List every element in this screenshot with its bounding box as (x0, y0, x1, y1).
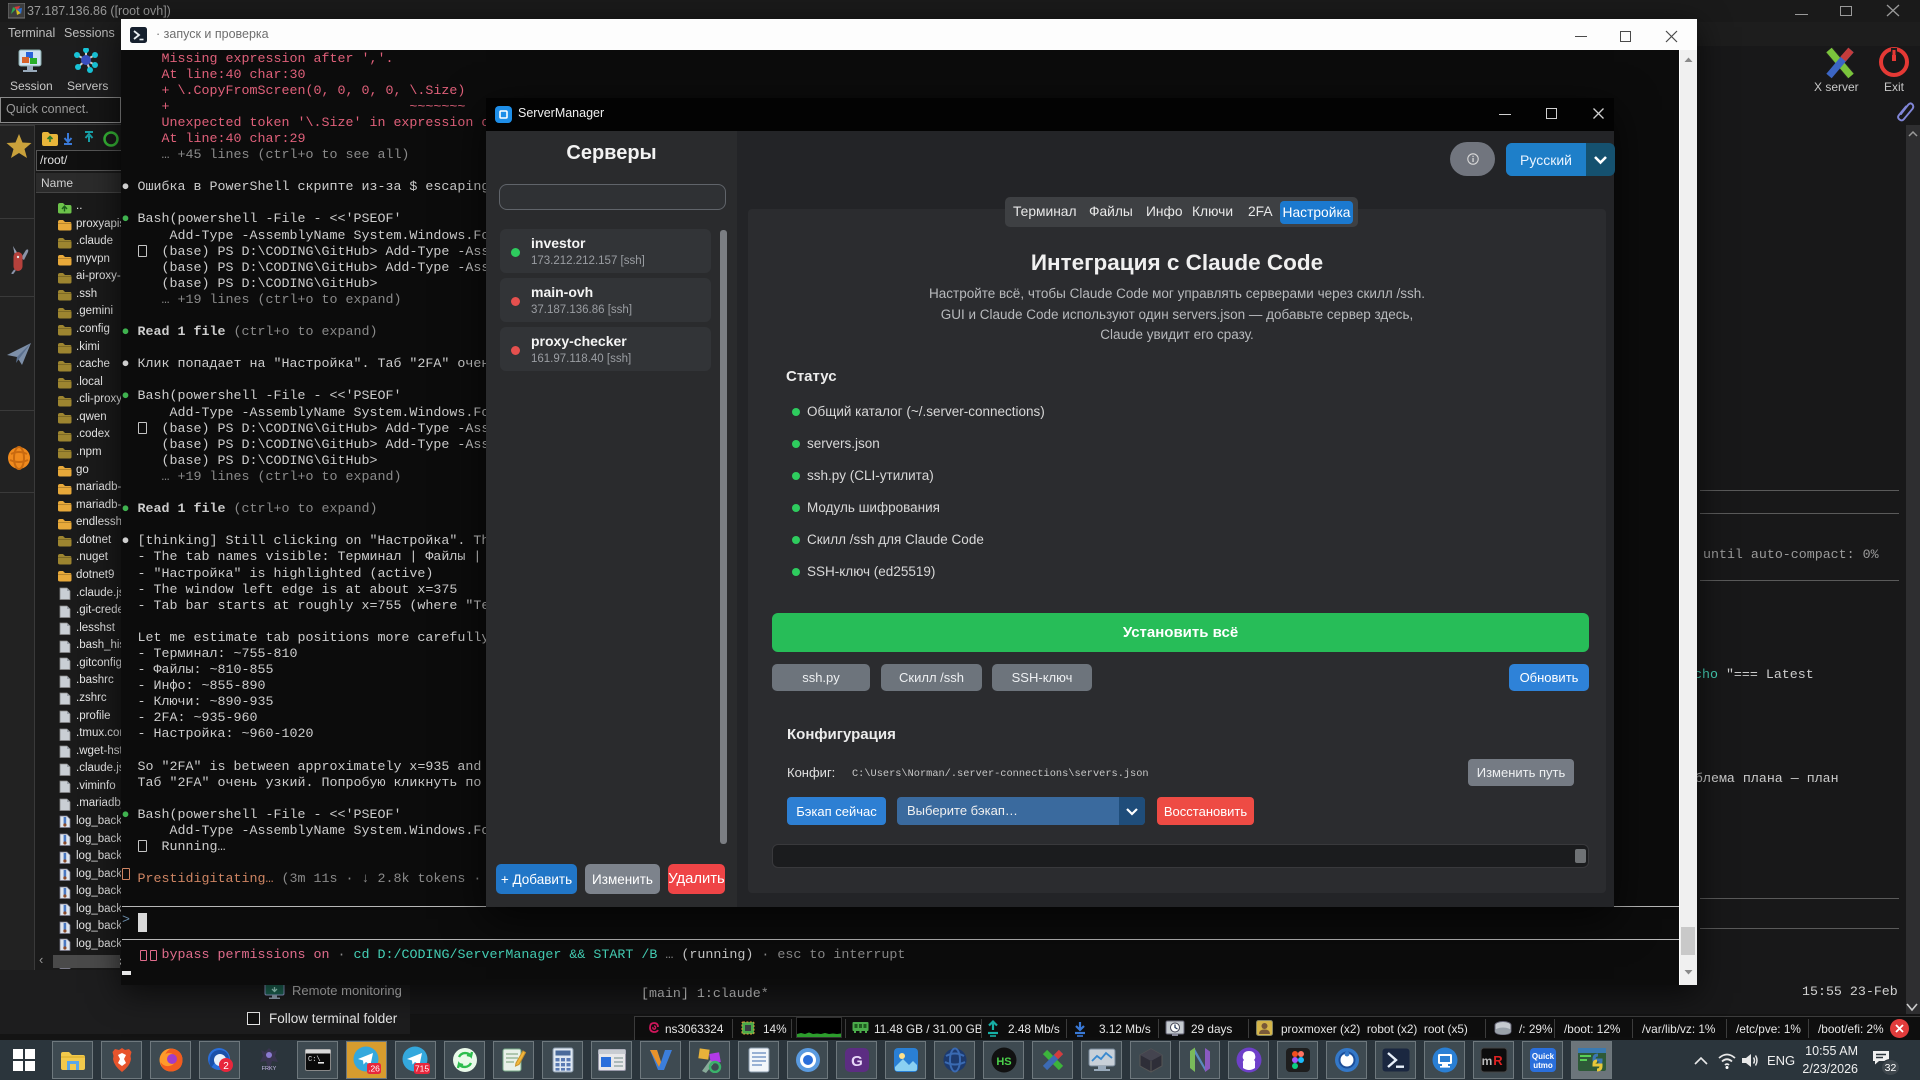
svg-text:HS: HS (996, 1056, 1011, 1068)
svg-text:FRKY: FRKY (261, 1066, 276, 1072)
svg-text:715: 715 (414, 1064, 428, 1074)
svg-text:2: 2 (223, 1061, 229, 1072)
svg-text:G: G (851, 1053, 863, 1070)
svg-text:.26: .26 (368, 1064, 380, 1074)
svg-text:m: m (1481, 1054, 1492, 1068)
svg-text:R: R (1493, 1053, 1503, 1068)
svg-text:Quick: Quick (1531, 1052, 1554, 1061)
svg-text:utmo: utmo (1533, 1061, 1553, 1070)
